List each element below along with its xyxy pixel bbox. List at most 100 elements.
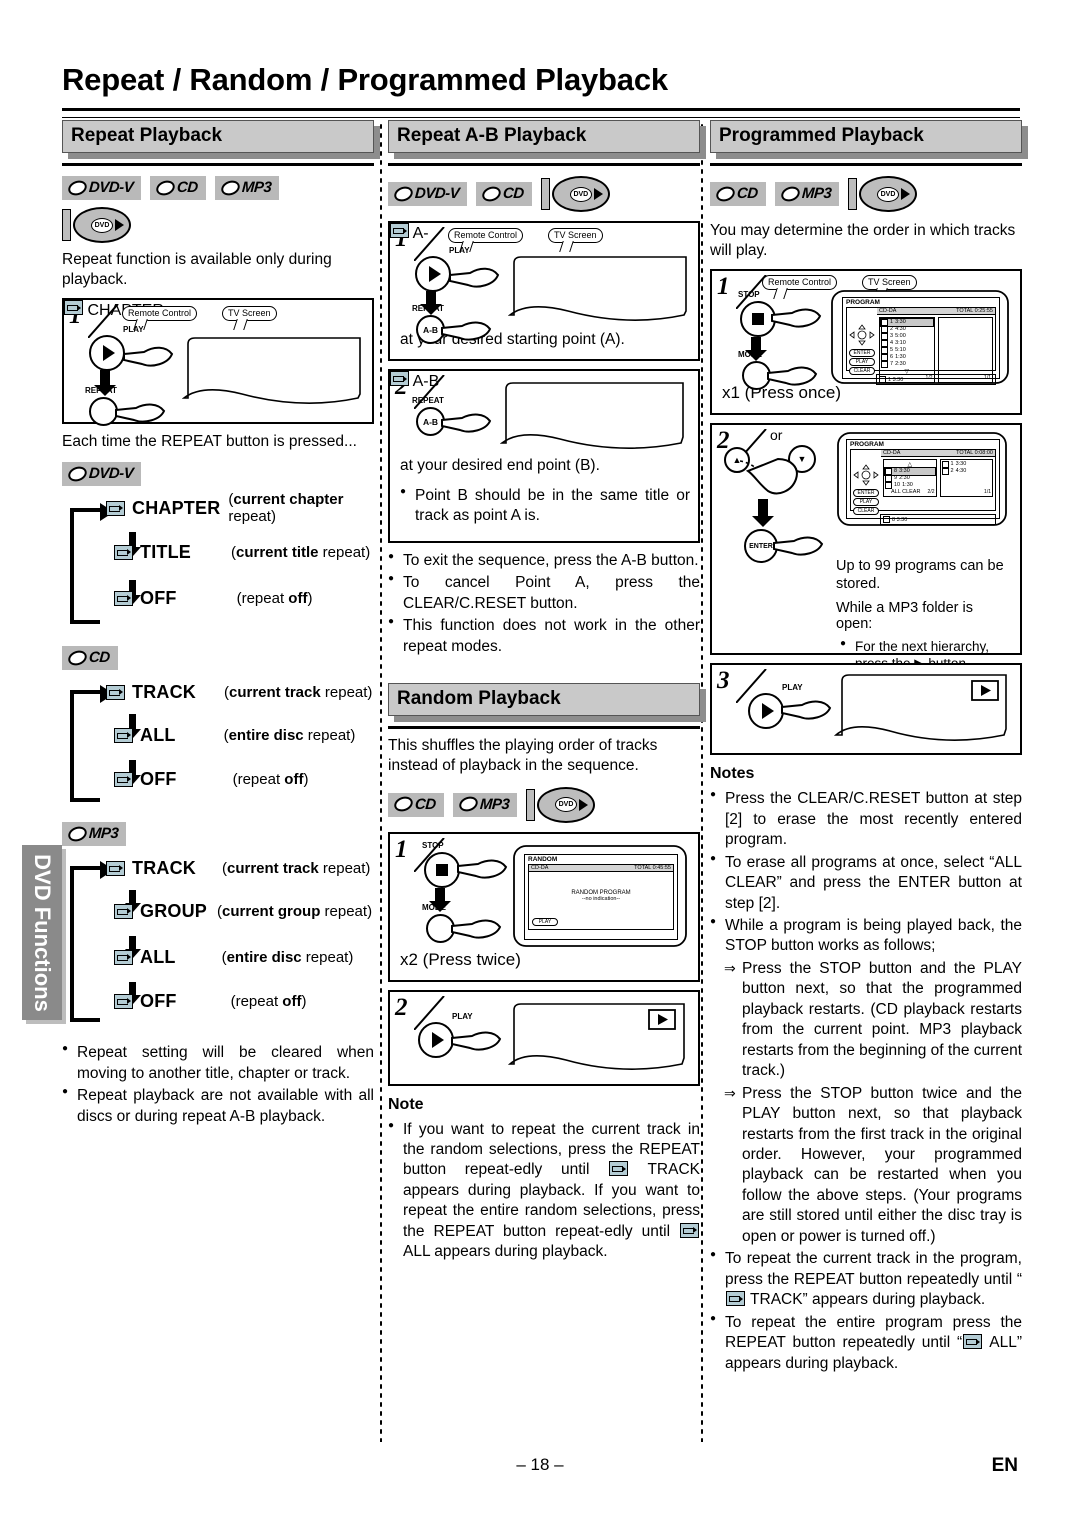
osd-page-right: 1/1 <box>984 375 991 382</box>
disc-badges-repeat-ab: DVD-V CD DVD <box>388 176 700 212</box>
notes-heading: Notes <box>710 765 755 783</box>
repeat-icon <box>106 684 125 700</box>
table-row[interactable]: 4 3:10 <box>881 340 933 348</box>
table-row[interactable]: 9 2:30 <box>885 475 935 483</box>
bubble-remote-control: Remote Control <box>448 228 524 252</box>
osd-key-enter[interactable]: ENTER <box>849 349 875 358</box>
table-row[interactable]: 8 3:30 <box>884 467 936 477</box>
manual-page: Repeat / Random / Programmed Playback Re… <box>0 0 1080 1526</box>
repeat-ab-notes: To exit the sequence, press the A-B butt… <box>388 550 700 657</box>
page-number: – 18 – <box>516 1455 564 1474</box>
repeat-icon <box>106 500 125 516</box>
play-button-icon[interactable]: PLAY <box>748 683 803 730</box>
osd-program-list[interactable]: 1 3:30 2 4:30 1/1 <box>939 459 993 498</box>
heading-underline <box>62 163 374 166</box>
osd-current-track: 8 3:30 <box>880 514 996 526</box>
repeat-icon <box>114 544 133 560</box>
list-item: This function does not work in the other… <box>388 615 700 657</box>
hand-cursor-icon <box>441 413 492 433</box>
repeat-icon <box>963 1334 983 1350</box>
repeat-icon <box>114 771 133 787</box>
stop-button-icon[interactable]: STOP <box>422 841 460 888</box>
table-row[interactable]: 2 4:30 <box>881 326 933 334</box>
tv-screen-illustration <box>508 256 687 321</box>
osd-track-list[interactable]: △ 8 3:30 9 2:30 10 1:30 ALL CLEAR 2/2 <box>883 459 937 498</box>
repeat-flow-mp3: TRACK (current track repeat) GROUP (curr… <box>62 848 374 1033</box>
badge-mp3: MP3 <box>774 182 840 206</box>
osd-key-enter[interactable]: ENTER <box>853 489 879 498</box>
random-step-1: 1 STOP MODE RANDOM CD-DA TOTAL 0:45:55 R… <box>388 831 700 982</box>
column-divider-2 <box>700 122 704 1442</box>
section-heading-repeat-ab: Repeat A-B Playback <box>388 120 706 159</box>
osd-keypad[interactable]: ENTER PLAY CLEAR <box>849 324 875 376</box>
table-row[interactable]: 3 5:00 <box>881 333 933 341</box>
side-tab-dvd-functions: DVD Functions <box>22 845 62 1020</box>
flow-item: ALL (entire disc repeat) <box>62 934 374 980</box>
flow-item: TITLE (current title repeat) <box>62 528 374 576</box>
table-row[interactable]: 10 1:30 <box>885 482 935 490</box>
step2-mp3-open-text: While a MP3 folder is open: <box>836 599 973 632</box>
bubble-tv-screen: TV Screen <box>548 228 603 252</box>
heading-underline <box>388 163 700 166</box>
osd-track-list[interactable]: 1 3:30 2 4:30 3 5:00 4 3:10 5 5:10 6 1:30 7 2:3… <box>879 317 935 384</box>
hand-cursor-icon <box>739 458 798 495</box>
list-item: Repeat playback are not available with a… <box>62 1085 374 1127</box>
play-button-icon[interactable]: PLAY <box>89 325 144 372</box>
osd-key-play[interactable]: PLAY <box>853 498 879 507</box>
table-row: 1 3:30 <box>941 461 992 469</box>
flow-arrow <box>420 291 442 315</box>
flow-item: OFF (repeat off) <box>62 576 374 620</box>
osd-program-screen-1: PROGRAM CD-DA TOTAL 0:25:55 ENTER PLAY C… <box>842 297 1000 386</box>
table-row[interactable]: 6 1:30 <box>881 354 933 362</box>
hand-cursor-icon <box>451 919 502 939</box>
repeat-icon <box>114 590 133 606</box>
heading-underline <box>710 163 1022 166</box>
repeat-icon <box>680 1222 699 1238</box>
programmed-notes: Press the CLEAR/C.RESET button at step [… <box>710 788 1022 1374</box>
badge-mp3: MP3 <box>452 792 518 817</box>
list-item: Press the STOP button and the PLAY butto… <box>724 959 1022 1082</box>
badge-dvd-disc-load: DVD <box>526 786 596 823</box>
list-item: While a program is being played back, th… <box>710 915 1022 957</box>
osd-main-line-2: --no indication-- <box>581 895 621 902</box>
osd-key-clear[interactable]: CLEAR <box>849 367 875 376</box>
osd-key-clear[interactable]: CLEAR <box>853 507 879 516</box>
osd-disc-type: CD-DA <box>879 308 897 315</box>
osd-program-list[interactable]: 1/1 <box>937 317 993 384</box>
language-code: EN <box>991 1455 1018 1476</box>
heading-underline <box>388 726 700 730</box>
random-notes: If you want to repeat the current track … <box>388 1119 700 1263</box>
hand-cursor-icon <box>123 347 174 367</box>
section-heading-repeat-playback: Repeat Playback <box>62 120 380 159</box>
badge-cd: CD <box>476 182 532 206</box>
table-row[interactable]: 1 3:30 <box>880 318 934 328</box>
play-button-icon[interactable]: PLAY <box>415 246 470 292</box>
hand-cursor-icon <box>773 536 824 556</box>
play-button-icon[interactable]: PLAY <box>418 1012 473 1058</box>
osd-title: PROGRAM <box>850 441 884 449</box>
repeat-notes-list: Repeat setting will be cleared when movi… <box>62 1042 374 1127</box>
list-item: To repeat the entire program press the R… <box>710 1312 1022 1374</box>
repeat-icon <box>726 1291 745 1307</box>
badge-cd: CD <box>150 176 206 200</box>
list-item: Press the STOP button twice and the PLAY… <box>724 1084 1022 1248</box>
disc-badges-random: CD MP3 DVD <box>388 786 700 823</box>
osd-page-right: 1/1 <box>984 489 991 496</box>
bubble-remote-control: Remote Control <box>122 306 198 331</box>
programmed-step-2: 2 or ▲ ▼ ENTER PROGRAM CD-DA TOTAL 0:08:… <box>710 423 1022 725</box>
osd-keypad[interactable]: ENTER PLAY CLEAR <box>853 464 879 516</box>
repeat-each-time-text: Each time the REPEAT button is pressed..… <box>62 433 357 451</box>
column-divider-1 <box>379 122 383 1442</box>
programmed-step-3: 3 PLAY <box>710 663 1022 756</box>
hand-cursor-icon <box>771 308 822 328</box>
repeat-ab-step-2: 2 A-B REPEAT A-B at your desired end poi… <box>388 369 700 543</box>
osd-random-screen: RANDOM CD-DA TOTAL 0:45:55 RANDOM PROGRA… <box>524 853 678 940</box>
table-row[interactable]: 7 2:30 <box>881 361 933 369</box>
repeat-flow-dvdv: CHAPTER (current chapter repeat) TITLE (… <box>62 488 374 636</box>
bubble-tv-screen: TV Screen <box>862 275 917 300</box>
osd-disc-type: CD-DA <box>531 864 549 871</box>
osd-play-button[interactable]: PLAY <box>532 917 558 926</box>
table-row[interactable]: 5 5:10 <box>881 347 933 355</box>
osd-key-play[interactable]: PLAY <box>849 358 875 367</box>
osd-page-left: 2/2 <box>927 489 935 496</box>
